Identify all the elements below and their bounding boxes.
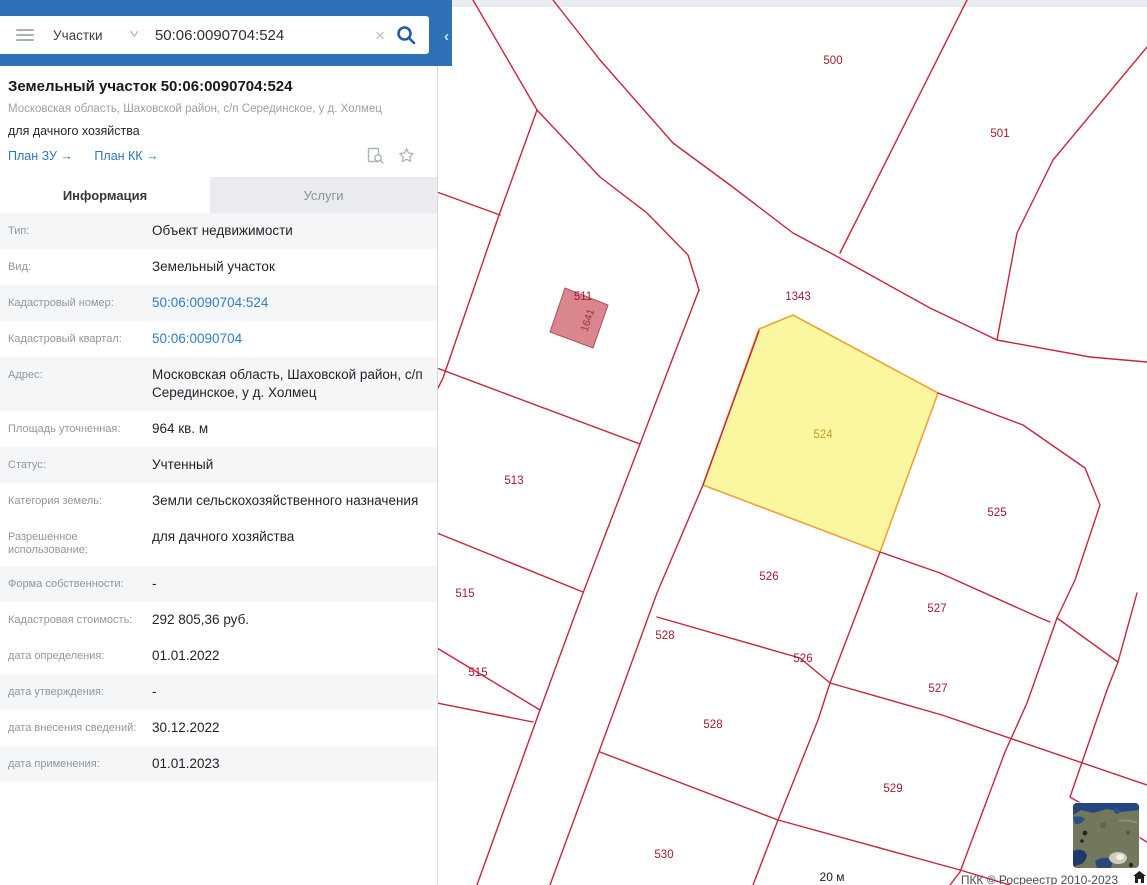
row-value: Земельный участок: [144, 258, 437, 276]
row-label: Тип:: [0, 222, 144, 240]
table-row: дата применения: 01.01.2023: [0, 746, 437, 782]
panel-header: Земельный участок 50:06:0090704:524 Моск…: [0, 66, 437, 166]
parcel-label-500: 500: [823, 55, 842, 67]
plan-links-row: План ЗУ → План КК →: [8, 149, 429, 166]
row-value: Земли сельскохозяйственного назначения: [144, 492, 437, 510]
parcel-label-515: 515: [468, 667, 487, 679]
table-row: Вид: Земельный участок: [0, 249, 437, 285]
table-row: Кадастровая стоимость: 292 805,36 руб.: [0, 602, 437, 638]
search-icon[interactable]: [395, 24, 417, 46]
parcel-label-526: 526: [793, 653, 812, 665]
parcel-label-524: 524: [813, 429, 833, 441]
cadastral-map[interactable]: 1641 50050113435115135155155245255265275…: [437, 0, 1147, 885]
row-label: Кадастровый номер:: [0, 294, 144, 312]
object-address-subtitle: Московская область, Шаховской район, с/п…: [8, 102, 429, 116]
parcel-label-528: 528: [703, 719, 722, 731]
home-icon[interactable]: [1133, 871, 1146, 883]
row-label: Разрешенное использование:: [0, 528, 144, 557]
table-row: Кадастровый квартал: 50:06:0090704: [0, 321, 437, 357]
tab-services[interactable]: Услуги: [210, 177, 437, 213]
parcel-label-527: 527: [928, 683, 947, 695]
plan-preview-icon[interactable]: [367, 147, 384, 164]
search-pill: Участки ˅ ×: [0, 16, 429, 54]
table-row: Площадь уточненная: 964 кв. м: [0, 411, 437, 447]
page-title: Земельный участок 50:06:0090704:524: [8, 78, 429, 96]
scale-label: 20 м: [820, 870, 845, 884]
row-value: 292 805,36 руб.: [144, 611, 437, 629]
row-label: Форма собственности:: [0, 575, 144, 593]
parcel-label-515: 515: [455, 588, 474, 600]
row-label: дата применения:: [0, 755, 144, 773]
row-value: 01.01.2022: [144, 647, 437, 665]
clear-icon[interactable]: ×: [375, 27, 385, 44]
parcel-label-525: 525: [987, 507, 1006, 519]
row-value[interactable]: 50:06:0090704:524: [144, 294, 437, 312]
panel-tabs: Информация Услуги: [0, 177, 437, 213]
parcel-label-1343: 1343: [785, 291, 811, 303]
object-usage-text: для дачного хозяйства: [8, 123, 429, 139]
row-label: дата определения:: [0, 647, 144, 665]
row-label: Кадастровая стоимость:: [0, 611, 144, 629]
search-input[interactable]: [153, 26, 375, 45]
parcel-label-501: 501: [990, 128, 1009, 140]
table-row: Тип: Объект недвижимости: [0, 213, 437, 249]
row-value: -: [144, 683, 437, 701]
table-row: Разрешенное использование: для дачного х…: [0, 519, 437, 566]
parcel-label-513: 513: [504, 475, 523, 487]
parcel-label-528: 528: [655, 630, 674, 642]
plan-kk-link[interactable]: План КК →: [94, 149, 158, 163]
parcel-label-529: 529: [883, 783, 902, 795]
parcel-label-526: 526: [759, 571, 778, 583]
map-canvas: 1641 50050113435115135155155245255265275…: [437, 0, 1147, 885]
row-value: 964 кв. м: [144, 420, 437, 438]
table-row: дата внесения сведений: 30.12.2022: [0, 710, 437, 746]
map-attribution: ПКК © Росреестр 2010-2023: [961, 873, 1119, 885]
row-value: -: [144, 575, 437, 593]
row-label: Статус:: [0, 456, 144, 474]
row-value: Учтенный: [144, 456, 437, 474]
parcel-label-530: 530: [654, 849, 673, 861]
menu-icon[interactable]: [16, 29, 34, 41]
row-value: Московская область, Шаховской район, с/п…: [144, 366, 437, 402]
row-label: дата утверждения:: [0, 683, 144, 701]
collapse-panel-icon[interactable]: ‹: [444, 28, 449, 45]
row-value: 30.12.2022: [144, 719, 437, 737]
row-value: Объект недвижимости: [144, 222, 437, 240]
plan-zu-link[interactable]: План ЗУ →: [8, 149, 73, 163]
table-row: Статус: Учтенный: [0, 447, 437, 483]
row-label: Категория земель:: [0, 492, 144, 510]
top-search-bar: Участки ˅ × ‹: [0, 0, 452, 66]
row-label: Площадь уточненная:: [0, 420, 144, 438]
row-label: Кадастровый квартал:: [0, 330, 144, 348]
table-row: дата определения: 01.01.2022: [0, 638, 437, 674]
table-row: Форма собственности: -: [0, 566, 437, 602]
parcel-label-527: 527: [927, 603, 946, 615]
row-label: Адрес:: [0, 366, 144, 402]
parcel-label-511: 511: [574, 291, 592, 303]
table-row: Категория земель: Земли сельскохозяйстве…: [0, 483, 437, 519]
row-value: 01.01.2023: [144, 755, 437, 773]
table-row: Кадастровый номер: 50:06:0090704:524: [0, 285, 437, 321]
row-value[interactable]: 50:06:0090704: [144, 330, 437, 348]
search-category-dropdown[interactable]: Участки: [53, 28, 103, 43]
row-label: дата внесения сведений:: [0, 719, 144, 737]
info-table: Тип: Объект недвижимости Вид: Земельный …: [0, 213, 437, 782]
table-row: дата утверждения: -: [0, 674, 437, 710]
row-value: для дачного хозяйства: [144, 528, 437, 557]
table-row: Адрес: Московская область, Шаховской рай…: [0, 357, 437, 411]
tab-information[interactable]: Информация: [0, 177, 210, 213]
object-info-panel: Земельный участок 50:06:0090704:524 Моск…: [0, 66, 438, 885]
overview-map[interactable]: [1073, 803, 1139, 868]
chevron-down-icon[interactable]: ˅: [129, 29, 139, 41]
favorite-star-icon[interactable]: [398, 147, 415, 164]
row-label: Вид:: [0, 258, 144, 276]
